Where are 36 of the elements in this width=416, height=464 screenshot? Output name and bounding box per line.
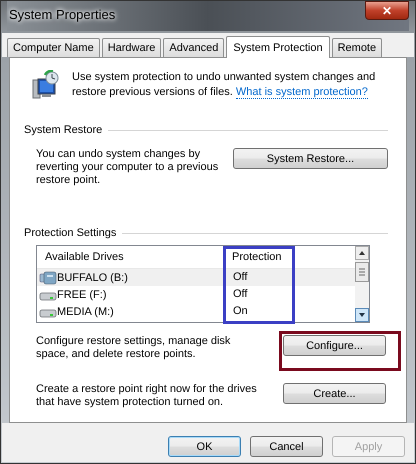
dialog-button[interactable]: Cancel (250, 436, 323, 457)
drive-name: MEDIA (M:) (57, 306, 115, 318)
tab[interactable]: Hardware (102, 38, 162, 57)
usb-drive-icon (39, 270, 57, 286)
drive-name: FREE (F:) (57, 288, 108, 300)
scroll-down-button[interactable] (355, 308, 369, 322)
restore-description: You can undo system changes by reverting your computer to a previous restore point. (36, 148, 220, 187)
tab[interactable]: Computer Name (7, 38, 100, 57)
section-heading: System Restore (24, 124, 102, 136)
configure-description: Configure restore settings, manage disk space, and delete restore points. (36, 335, 232, 361)
configure-button[interactable]: Configure... (283, 335, 386, 356)
tab[interactable]: Remote (332, 38, 382, 57)
tab[interactable]: System Protection (226, 36, 330, 58)
help-link[interactable]: What is system protection? (236, 86, 368, 99)
create-button[interactable]: Create... (283, 383, 386, 404)
column-header[interactable]: Protection (224, 248, 282, 266)
drive-row[interactable]: MEDIA (M:) On (37, 303, 355, 320)
close-button[interactable]: ✕ (365, 1, 409, 20)
create-description: Create a restore point right now for the drives that have system protection turned on. (36, 383, 258, 409)
system-restore-button[interactable]: System Restore... (233, 148, 388, 169)
drive-name: BUFFALO (B:) (57, 272, 129, 284)
column-header[interactable]: Available Drives (37, 246, 224, 268)
protection-status: Off (232, 287, 248, 302)
protection-status: Off (232, 270, 248, 285)
section-heading: Protection Settings (24, 227, 116, 239)
protection-status: On (232, 304, 248, 319)
dialog-button[interactable]: OK (168, 436, 241, 457)
drive-row[interactable]: FREE (F:) Off (37, 286, 355, 303)
intro-text: Use system protection to undo unwanted system changes and restore previous versions of files. What is system protection? (72, 70, 376, 100)
tab[interactable]: Advanced (163, 38, 224, 57)
scroll-up-button[interactable] (355, 246, 369, 260)
scrollbar[interactable] (355, 246, 369, 322)
scroll-thumb[interactable] (355, 262, 369, 282)
drive-row[interactable]: BUFFALO (B:) Off (37, 269, 355, 286)
computer-icon (32, 70, 60, 100)
window-title: System Properties (8, 7, 116, 22)
